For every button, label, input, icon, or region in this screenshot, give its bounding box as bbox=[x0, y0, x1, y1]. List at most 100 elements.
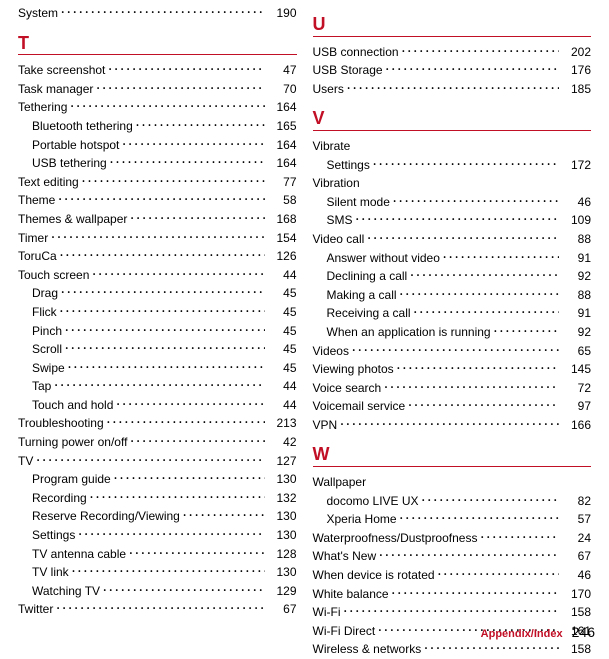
index-entry[interactable]: USB tethering164 bbox=[18, 154, 297, 173]
index-entry[interactable]: VPN166 bbox=[313, 416, 592, 435]
index-entry-page: 166 bbox=[561, 416, 591, 435]
index-entry[interactable]: Tap44 bbox=[18, 377, 297, 396]
index-entry-page: 190 bbox=[267, 4, 297, 23]
index-entry-page: 92 bbox=[561, 323, 591, 342]
index-entry[interactable]: Program guide130 bbox=[18, 470, 297, 489]
index-entry[interactable]: Viewing photos145 bbox=[313, 360, 592, 379]
index-entry[interactable]: Receiving a call91 bbox=[313, 304, 592, 323]
index-entry[interactable]: Voicemail service97 bbox=[313, 397, 592, 416]
leader-dots bbox=[401, 44, 559, 56]
index-entry[interactable]: Portable hotspot164 bbox=[18, 136, 297, 155]
index-entry[interactable]: Theme58 bbox=[18, 191, 297, 210]
index-entry-page: 57 bbox=[561, 510, 591, 529]
index-entry[interactable]: TV127 bbox=[18, 452, 297, 471]
index-entry-page: 77 bbox=[267, 173, 297, 192]
index-entry-label: Vibration bbox=[313, 176, 360, 190]
index-entry[interactable]: TV antenna cable128 bbox=[18, 545, 297, 564]
index-entry[interactable]: Swipe45 bbox=[18, 359, 297, 378]
index-entry[interactable]: Silent mode46 bbox=[313, 193, 592, 212]
leader-dots bbox=[67, 360, 265, 372]
index-entry-page: 185 bbox=[561, 80, 591, 99]
leader-dots bbox=[121, 137, 264, 149]
index-entry[interactable]: Tethering164 bbox=[18, 98, 297, 117]
index-entry-page: 44 bbox=[267, 266, 297, 285]
footer-label: Appendix/Index bbox=[481, 628, 563, 640]
index-entry[interactable]: Xperia Home57 bbox=[313, 510, 592, 529]
index-entry-label: TV bbox=[18, 452, 33, 471]
index-entry[interactable]: Take screenshot47 bbox=[18, 61, 297, 80]
leader-dots bbox=[346, 81, 559, 93]
index-entry[interactable]: System190 bbox=[18, 4, 297, 23]
section-letter: W bbox=[313, 444, 592, 467]
index-entry[interactable]: Settings130 bbox=[18, 526, 297, 545]
index-entry[interactable]: Bluetooth tethering165 bbox=[18, 117, 297, 136]
index-entry[interactable]: Touch and hold44 bbox=[18, 396, 297, 415]
index-entry-page: 45 bbox=[267, 303, 297, 322]
index-entry[interactable]: Scroll45 bbox=[18, 340, 297, 359]
index-entry[interactable]: Drag45 bbox=[18, 284, 297, 303]
index-entry[interactable]: Making a call88 bbox=[313, 286, 592, 305]
index-entry[interactable]: When device is rotated46 bbox=[313, 566, 592, 585]
index-entry[interactable]: White balance170 bbox=[313, 585, 592, 604]
index-entry-label: Waterproofness/Dustproofness bbox=[313, 529, 478, 548]
index-entry-label: TV link bbox=[32, 563, 69, 582]
footer-page-number: 246 bbox=[572, 624, 595, 640]
index-entry-label: Pinch bbox=[32, 322, 62, 341]
index-entry-page: 45 bbox=[267, 359, 297, 378]
index-entry[interactable]: Waterproofness/Dustproofness24 bbox=[313, 529, 592, 548]
index-entry-label: When an application is running bbox=[327, 323, 491, 342]
index-entry-page: 170 bbox=[561, 585, 591, 604]
index-entry[interactable]: Video call88 bbox=[313, 230, 592, 249]
index-entry-page: 70 bbox=[267, 80, 297, 99]
index-entry[interactable]: Voice search72 bbox=[313, 379, 592, 398]
index-entry[interactable]: Videos65 bbox=[313, 342, 592, 361]
index-entry-page: 42 bbox=[267, 433, 297, 452]
index-entry[interactable]: SMS109 bbox=[313, 211, 592, 230]
index-entry[interactable]: Answer without video91 bbox=[313, 249, 592, 268]
index-entry-page: 158 bbox=[561, 640, 591, 659]
index-entry-label: Video call bbox=[313, 230, 365, 249]
index-entry[interactable]: Watching TV129 bbox=[18, 582, 297, 601]
leader-dots bbox=[413, 305, 559, 317]
leader-dots bbox=[351, 343, 559, 355]
index-entry-page: 45 bbox=[267, 340, 297, 359]
index-entry-page: 91 bbox=[561, 249, 591, 268]
page: System190TTake screenshot47Task manager7… bbox=[0, 0, 609, 648]
index-entry[interactable]: docomo LIVE UX82 bbox=[313, 492, 592, 511]
index-entry[interactable]: Touch screen44 bbox=[18, 266, 297, 285]
index-entry-label: Timer bbox=[18, 229, 48, 248]
index-entry[interactable]: Pinch45 bbox=[18, 322, 297, 341]
index-entry[interactable]: Reserve Recording/Viewing130 bbox=[18, 507, 297, 526]
leader-dots bbox=[182, 508, 265, 520]
index-entry-label: Wi-Fi Direct bbox=[313, 622, 376, 641]
index-entry[interactable]: Wi-Fi158 bbox=[313, 603, 592, 622]
index-entry[interactable]: Timer 154 bbox=[18, 229, 297, 248]
index-entry[interactable]: Themes & wallpaper168 bbox=[18, 210, 297, 229]
index-entry[interactable]: Wireless & networks158 bbox=[313, 640, 592, 659]
index-entry[interactable]: Turning power on/off42 bbox=[18, 433, 297, 452]
index-entry[interactable]: Declining a call92 bbox=[313, 267, 592, 286]
index-entry[interactable]: USB connection202 bbox=[313, 43, 592, 62]
index-entry[interactable]: Text editing77 bbox=[18, 173, 297, 192]
index-entry[interactable]: Settings172 bbox=[313, 156, 592, 175]
index-entry[interactable]: Recording132 bbox=[18, 489, 297, 508]
section-letter: U bbox=[313, 14, 592, 37]
leader-dots bbox=[339, 417, 559, 429]
index-entry-page: 46 bbox=[561, 193, 591, 212]
index-entry-page: 128 bbox=[267, 545, 297, 564]
index-entry-label: Program guide bbox=[32, 470, 111, 489]
index-entry[interactable]: USB Storage176 bbox=[313, 61, 592, 80]
index-entry[interactable]: TV link130 bbox=[18, 563, 297, 582]
index-entry[interactable]: Flick45 bbox=[18, 303, 297, 322]
index-entry[interactable]: When an application is running 92 bbox=[313, 323, 592, 342]
index-entry[interactable]: Task manager70 bbox=[18, 80, 297, 99]
index-entry[interactable]: Twitter67 bbox=[18, 600, 297, 619]
index-entry-page: 44 bbox=[267, 377, 297, 396]
index-entry[interactable]: What's New67 bbox=[313, 547, 592, 566]
index-entry[interactable]: Users185 bbox=[313, 80, 592, 99]
index-entry[interactable]: ToruCa126 bbox=[18, 247, 297, 266]
index-entry-page: 176 bbox=[561, 61, 591, 80]
index-entry-page: 154 bbox=[267, 229, 297, 248]
leader-dots bbox=[378, 548, 559, 560]
index-entry[interactable]: Troubleshooting213 bbox=[18, 414, 297, 433]
